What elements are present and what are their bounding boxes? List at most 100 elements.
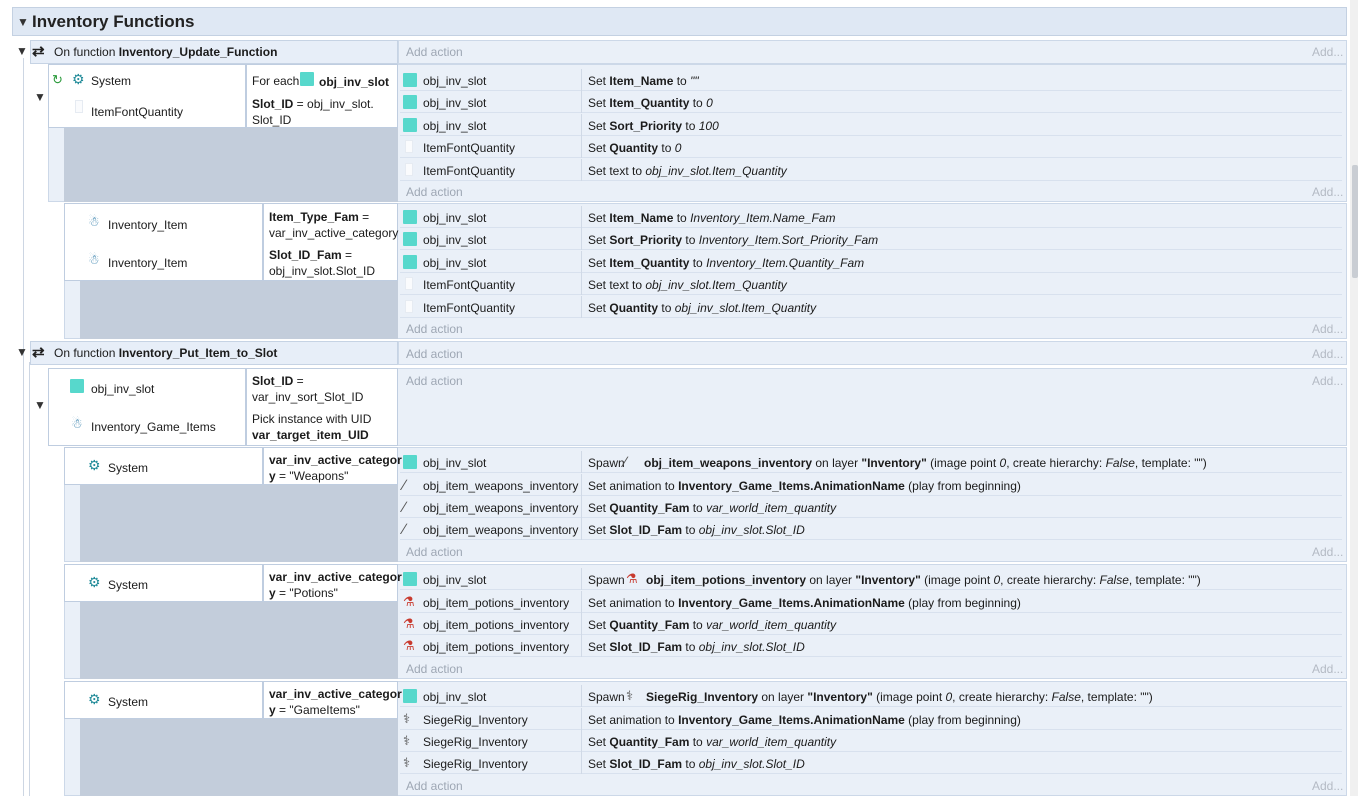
action-verb: Set [588,96,610,110]
trigger-repeat-icon: ⇄ [32,43,45,60]
condition-object-name: System [108,461,149,475]
action-value: Inventory_Item.Name_Fam [690,211,836,225]
add-more-link[interactable]: Add... [1312,779,1343,793]
add-action-link[interactable]: Add action [406,662,463,676]
action-row[interactable] [400,159,1342,181]
condition-text: Slot_ID_Fam = [269,248,352,262]
action-text: Set text to obj_inv_slot.Item_Quantity [588,164,787,178]
action-text: Set Quantity to obj_inv_slot.Item_Quanti… [588,301,816,315]
add-more-link[interactable]: Add... [1312,545,1343,559]
add-action-link[interactable]: Add action [406,322,463,336]
function-actions-header[interactable] [398,40,1347,64]
cond-var: Item_Type_Fam [269,210,359,224]
sprite-icon [403,689,417,703]
action-text: Set text to obj_inv_slot.Item_Quantity [588,278,787,292]
action-row[interactable] [400,136,1342,158]
action-row[interactable] [400,114,1342,136]
scrollbar-thumb[interactable] [1352,165,1358,278]
add-action-link[interactable]: Add action [406,545,463,559]
gear-icon: ⚙ [72,71,85,87]
action-object-name: obj_item_weapons_inventory [423,523,579,537]
loop-icon: ↻ [52,72,63,87]
action-verb: Set [588,119,610,133]
gray-filler [80,719,398,796]
action-row[interactable] [400,752,1342,774]
qty-to: to [689,618,707,632]
action-object-name: ItemFontQuantity [423,278,516,292]
action-object-name: SiegeRig_Inventory [423,757,528,771]
function-collapse-toggle[interactable]: ▼ [16,45,28,57]
add-more-link[interactable]: Add... [1312,347,1343,361]
action-value: Inventory_Item.Quantity_Fam [706,256,865,270]
sprite-icon [403,572,417,586]
action-divider [581,273,582,295]
slot-prop: Slot_ID_Fam [609,640,683,654]
action-row[interactable] [400,206,1342,228]
cond-value: = "Potions" [275,586,338,600]
add-more-link[interactable]: Add... [1312,322,1343,336]
add-more-link[interactable]: Add... [1312,662,1343,676]
condition-object-name: obj_inv_slot [91,382,155,396]
anim-verb: Set animation to [588,713,679,727]
gray-filler [80,281,398,339]
qty-value: var_world_item_quantity [706,735,837,749]
function-collapse-toggle[interactable]: ▼ [16,346,28,358]
action-divider [581,752,582,774]
font-object-icon [405,163,413,176]
condition-text-cont: y = "Weapons" [269,469,348,483]
cond-value: = "Weapons" [275,469,349,483]
action-object-name: obj_item_weapons_inventory [423,501,579,515]
action-text: Set Sort_Priority to Inventory_Item.Sort… [588,233,878,247]
vertical-scrollbar[interactable] [1350,0,1358,796]
action-row[interactable] [400,91,1342,113]
action-divider [581,91,582,113]
condition-text-cont: y = "GameItems" [269,703,360,717]
action-object-name: ItemFontQuantity [423,141,516,155]
condition-text: var_inv_active_categor [269,687,402,701]
add-action-link[interactable]: Add action [406,374,463,388]
cond-value: = "GameItems" [275,703,360,717]
spawn-hierarchy: False [1099,573,1129,587]
family-invader-icon: ☃ [88,214,100,229]
action-row[interactable] [400,69,1342,91]
action-object-name: obj_item_potions_inventory [423,596,570,610]
gray-filler [80,485,398,562]
function-actions-header[interactable] [398,341,1347,365]
group-header[interactable] [12,7,1347,36]
action-property: Item_Name [609,74,674,88]
action-object-name: obj_item_potions_inventory [423,618,570,632]
slot-to: to [682,523,699,537]
group-collapse-toggle[interactable]: ▼ [17,16,29,28]
qty-verb: Set [588,501,610,515]
spawn-object: SiegeRig_Inventory [646,690,759,704]
spawn-verb: Spawn [588,573,625,587]
action-row[interactable] [400,730,1342,752]
action-row[interactable] [400,273,1342,295]
sword-icon: ∕ [403,521,406,538]
action-text-cont: SiegeRig_Inventory on layer "Inventory" … [646,690,1153,704]
add-action-link[interactable]: Add action [406,779,463,793]
spawn-r1: (image point [872,690,946,704]
spawn-r1: (image point [926,456,1000,470]
action-row[interactable] [400,251,1342,273]
action-object-name: obj_inv_slot [423,256,487,270]
add-more-link[interactable]: Add... [1312,45,1343,59]
cond-op: = [293,374,304,388]
action-verb: Set text to [588,278,646,292]
add-action-link[interactable]: Add action [406,45,463,59]
qty-verb: Set [588,735,610,749]
event-collapse-toggle[interactable]: ▼ [34,91,46,103]
action-value: 100 [698,119,719,133]
condition-object-name: Inventory_Game_Items [91,420,216,434]
action-divider [581,591,582,613]
add-action-link[interactable]: Add action [406,347,463,361]
spawn-layer-label: on layer [806,573,856,587]
add-more-link[interactable]: Add... [1312,185,1343,199]
event-collapse-toggle[interactable]: ▼ [34,399,46,411]
action-row[interactable] [400,296,1342,318]
condition-text: Slot_ID = [252,374,304,388]
sprite-icon [403,118,417,132]
condition-text-cont: var_inv_active_category [269,226,399,240]
add-action-link[interactable]: Add action [406,185,463,199]
add-more-link[interactable]: Add... [1312,374,1343,388]
